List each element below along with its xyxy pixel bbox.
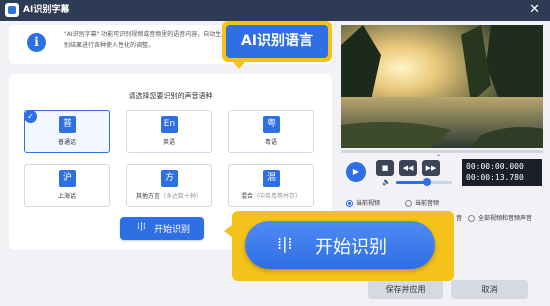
play-button[interactable]: ▶ <box>346 162 366 182</box>
save-apply-button[interactable]: 保存并应用 <box>368 280 443 299</box>
start-recognition-label: 开始识别 <box>154 225 191 235</box>
radio-selected <box>346 200 353 207</box>
radio <box>468 215 475 222</box>
start-recognition-large-label: 开始识别 <box>315 237 387 258</box>
volume-handle[interactable] <box>422 178 431 186</box>
volume-icon[interactable]: 🔈 <box>382 178 391 186</box>
time-display: 00:00:00.000 00:00:13.780 <box>462 159 542 186</box>
radio <box>405 200 412 207</box>
audio-option-current-video[interactable]: 当前视频 <box>346 198 380 207</box>
language-label: 混合（中英粤等并存） <box>240 193 302 200</box>
start-recognition-large-button[interactable]: ⁞|⁞ 开始识别 <box>245 221 435 269</box>
seek-bar[interactable] <box>341 150 543 153</box>
video-preview <box>341 25 543 148</box>
shanghainese-icon: 沪 <box>59 170 76 187</box>
cancel-button[interactable]: 取消 <box>451 280 528 299</box>
language-prompt: 请选择您要识别的声音语种 <box>128 92 213 100</box>
waveform-icon: ⁞|⁞ <box>277 234 293 253</box>
language-label: 普通话 <box>57 139 76 146</box>
info-icon: i <box>27 33 46 52</box>
language-label: 其他方言（多达数十种） <box>135 193 203 200</box>
chevron-down-icon[interactable]: ⌄ <box>436 151 441 158</box>
audio-option-all[interactable]: 全部视频和音频声音 <box>468 213 532 222</box>
language-card-shanghainese[interactable]: 沪 上海话 <box>24 164 110 207</box>
callout-ai-language-label: AI识别语言 <box>226 25 328 58</box>
forest-lake-image <box>341 25 543 148</box>
language-label: 粤语 <box>264 139 277 146</box>
stop-button[interactable]: ■ <box>376 160 394 176</box>
current-time: 00:00:00.000 <box>466 162 524 171</box>
language-card-dialects[interactable]: 方 其他方言（多达数十种） <box>126 164 212 207</box>
dialect-icon: 方 <box>161 170 178 187</box>
callout-ai-language: AI识别语言 <box>222 21 332 69</box>
language-card-english[interactable]: En 英语 <box>126 110 212 153</box>
close-icon[interactable]: ✕ <box>529 1 540 19</box>
total-time: 00:00:13.780 <box>466 173 524 182</box>
previous-button[interactable]: ◀◀ <box>399 160 417 176</box>
mixed-icon: 混 <box>263 170 280 187</box>
mandarin-icon: 普 <box>59 116 76 133</box>
audio-option-partial: 音 <box>456 215 463 222</box>
cantonese-icon: 粤 <box>263 116 280 133</box>
waveform-icon: ⁞|⁞ <box>137 222 146 232</box>
app-logo-icon <box>5 3 19 17</box>
callout-arrow <box>233 62 245 69</box>
next-button[interactable]: ▶▶ <box>422 160 440 176</box>
callout-arrow <box>224 225 232 237</box>
language-card-mandarin[interactable]: ✓ 普 普通话 <box>24 110 110 153</box>
language-card-mixed[interactable]: 混 混合（中英粤等并存） <box>228 164 314 207</box>
check-icon: ✓ <box>24 110 37 123</box>
language-label: 英语 <box>162 139 175 146</box>
volume-slider[interactable] <box>396 178 452 186</box>
window-title: AI识别字幕 <box>23 5 70 15</box>
start-recognition-button[interactable]: ⁞|⁞ 开始识别 <box>120 217 204 240</box>
english-icon: En <box>161 116 178 133</box>
title-bar: AI识别字幕 ✕ <box>0 0 550 21</box>
language-card-cantonese[interactable]: 粤 粤语 <box>228 110 314 153</box>
callout-start-recognition: ⁞|⁞ 开始识别 <box>224 211 454 281</box>
audio-option-current-audio[interactable]: 当前音频 <box>405 198 439 207</box>
language-label: 上海话 <box>57 193 76 200</box>
